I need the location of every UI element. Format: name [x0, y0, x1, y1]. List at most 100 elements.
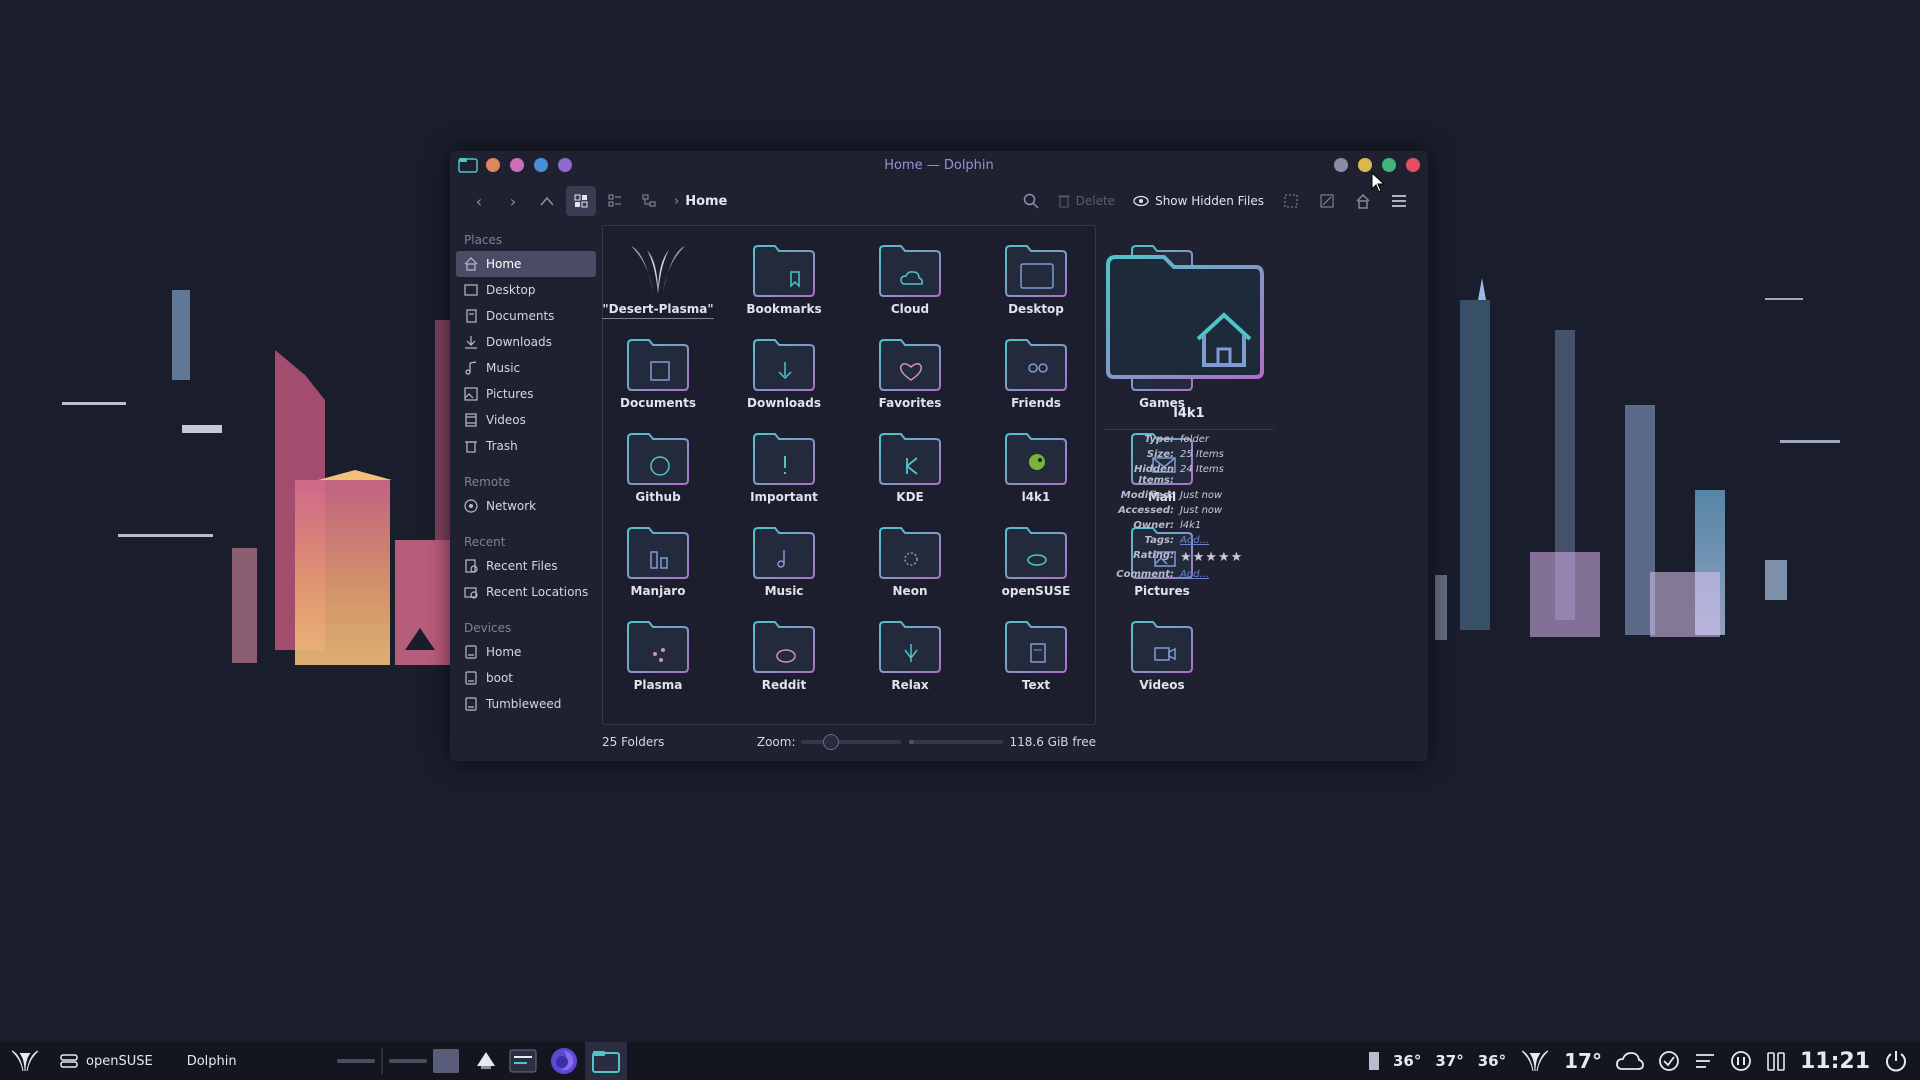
- icons-view-button[interactable]: [566, 186, 596, 216]
- media-pause-icon[interactable]: [1730, 1050, 1752, 1072]
- firefox-icon: [550, 1048, 577, 1074]
- app-launcher-button[interactable]: [0, 1042, 50, 1080]
- sidebar-item-recent-recent-files[interactable]: Recent Files: [456, 553, 596, 579]
- decoration-dot-3[interactable]: [534, 158, 548, 172]
- sidebar-item-places-trash[interactable]: Trash: [456, 433, 596, 459]
- plasma-logo-icon[interactable]: [1520, 1049, 1550, 1073]
- folder-item[interactable]: openSUSE: [987, 518, 1085, 612]
- opensuse-menu[interactable]: openSUSE: [50, 1042, 163, 1080]
- up-button[interactable]: [532, 186, 562, 216]
- folder-item[interactable]: Important: [735, 424, 833, 518]
- folder-name: Cloud: [890, 302, 930, 316]
- info-add-link[interactable]: Add...: [1180, 535, 1209, 546]
- folder-name: Favorites: [878, 396, 942, 410]
- decoration-dot-1[interactable]: [486, 158, 500, 172]
- folder-item[interactable]: Documents: [609, 330, 707, 424]
- sidebar-item-places-videos[interactable]: Videos: [456, 407, 596, 433]
- weather-temp[interactable]: 17°: [1564, 1049, 1602, 1073]
- back-button[interactable]: ‹: [464, 186, 494, 216]
- select-button[interactable]: [1276, 186, 1306, 216]
- folder-item[interactable]: Github: [609, 424, 707, 518]
- power-icon[interactable]: [1884, 1049, 1908, 1073]
- sidebar-item-label: Tumbleweed: [486, 697, 562, 711]
- free-space-label: 118.6 GiB free: [1009, 735, 1096, 749]
- folder-item[interactable]: Neon: [861, 518, 959, 612]
- delete-button[interactable]: Delete: [1052, 186, 1121, 216]
- inkscape-icon: [476, 1052, 495, 1069]
- forward-button[interactable]: ›: [498, 186, 528, 216]
- folder-item[interactable]: Downloads: [735, 330, 833, 424]
- github-folder-icon: [627, 433, 689, 485]
- sidebar-item-places-desktop[interactable]: Desktop: [456, 277, 596, 303]
- minimize-button[interactable]: [1358, 158, 1372, 172]
- kde-folder-icon: [879, 433, 941, 485]
- zoom-slider[interactable]: [801, 734, 902, 750]
- battery-icon[interactable]: [1766, 1050, 1786, 1072]
- sidebar-item-places-pictures[interactable]: Pictures: [456, 381, 596, 407]
- sidebar-item-places-home[interactable]: Home: [456, 251, 596, 277]
- task-terminal[interactable]: [503, 1042, 543, 1080]
- breadcrumb-home[interactable]: Home: [685, 194, 727, 209]
- maximize-button[interactable]: [1382, 158, 1396, 172]
- hamburger-menu-button[interactable]: [1384, 186, 1414, 216]
- folder-item[interactable]: Friends: [987, 330, 1085, 424]
- folder-item[interactable]: Reddit: [735, 612, 833, 706]
- folder-item[interactable]: Bookmarks: [735, 236, 833, 330]
- zoom-slider-handle[interactable]: [823, 734, 840, 750]
- folder-item[interactable]: Text: [987, 612, 1085, 706]
- info-value: Just now: [1180, 505, 1223, 516]
- breadcrumb[interactable]: › Home: [674, 194, 727, 209]
- virtual-desktop-3[interactable]: [432, 1049, 459, 1073]
- folder-item[interactable]: Music: [735, 518, 833, 612]
- virtual-desktop-2[interactable]: [388, 1059, 427, 1063]
- folder-item[interactable]: "Desert-Plasma": [602, 236, 714, 330]
- decoration-dot-4[interactable]: [558, 158, 572, 172]
- folder-item[interactable]: Favorites: [861, 330, 959, 424]
- sidebar-item-remote-network[interactable]: Network: [456, 493, 596, 519]
- info-key: Size:: [1146, 449, 1174, 460]
- rating-stars[interactable]: ★★★★★: [1180, 550, 1243, 565]
- decoration-dot-2[interactable]: [510, 158, 524, 172]
- split-view-button[interactable]: [1312, 186, 1342, 216]
- network-speed-icon[interactable]: [1694, 1051, 1716, 1071]
- sidebar-item-devices-boot[interactable]: boot: [456, 665, 596, 691]
- folder-item[interactable]: KDE: [861, 424, 959, 518]
- sidebar-item-places-downloads[interactable]: Downloads: [456, 329, 596, 355]
- clock[interactable]: 11:21: [1800, 1049, 1870, 1074]
- updates-icon[interactable]: [1658, 1050, 1680, 1072]
- search-button[interactable]: [1016, 186, 1046, 216]
- task-dolphin[interactable]: [584, 1042, 627, 1080]
- plasma-logo-icon: [11, 1050, 39, 1072]
- keep-above-button[interactable]: [1334, 158, 1348, 172]
- sidebar-item-devices-tumbleweed[interactable]: Tumbleweed: [456, 691, 596, 717]
- compact-view-button[interactable]: [600, 186, 630, 216]
- chevron-left-icon: ‹: [475, 191, 483, 211]
- pictures-icon: [464, 387, 478, 401]
- pager[interactable]: [327, 1042, 469, 1080]
- cloud-icon[interactable]: [1616, 1051, 1644, 1071]
- titlebar[interactable]: Home — Dolphin: [450, 151, 1428, 179]
- folder-item[interactable]: Plasma: [609, 612, 707, 706]
- file-view[interactable]: "Desert-Plasma" Bookmarks Cloud Desktop …: [602, 225, 1207, 725]
- task-inkscape[interactable]: [469, 1042, 503, 1080]
- dolphin-app-icon[interactable]: [458, 156, 478, 174]
- sidebar-item-recent-recent-locations[interactable]: Recent Locations: [456, 579, 596, 605]
- sidebar-item-devices-home[interactable]: Home: [456, 639, 596, 665]
- reddit-folder-icon: [753, 621, 815, 673]
- folder-item[interactable]: l4k1: [987, 424, 1085, 518]
- sidebar-item-places-documents[interactable]: Documents: [456, 303, 596, 329]
- folder-item[interactable]: Desktop: [987, 236, 1085, 330]
- folder-item[interactable]: Relax: [861, 612, 959, 706]
- virtual-desktop-1[interactable]: [336, 1059, 375, 1063]
- folder-item[interactable]: Cloud: [861, 236, 959, 330]
- folder-name: Downloads: [746, 396, 822, 410]
- info-add-link[interactable]: Add...: [1180, 569, 1209, 580]
- folder-item[interactable]: Manjaro: [609, 518, 707, 612]
- sidebar-item-places-music[interactable]: Music: [456, 355, 596, 381]
- grid-view-icon: [574, 194, 588, 208]
- details-view-button[interactable]: [634, 186, 664, 216]
- close-button[interactable]: [1406, 158, 1420, 172]
- task-firefox[interactable]: [543, 1042, 585, 1080]
- folder-item[interactable]: Videos: [1113, 612, 1211, 706]
- show-hidden-files-button[interactable]: Show Hidden Files: [1127, 186, 1270, 216]
